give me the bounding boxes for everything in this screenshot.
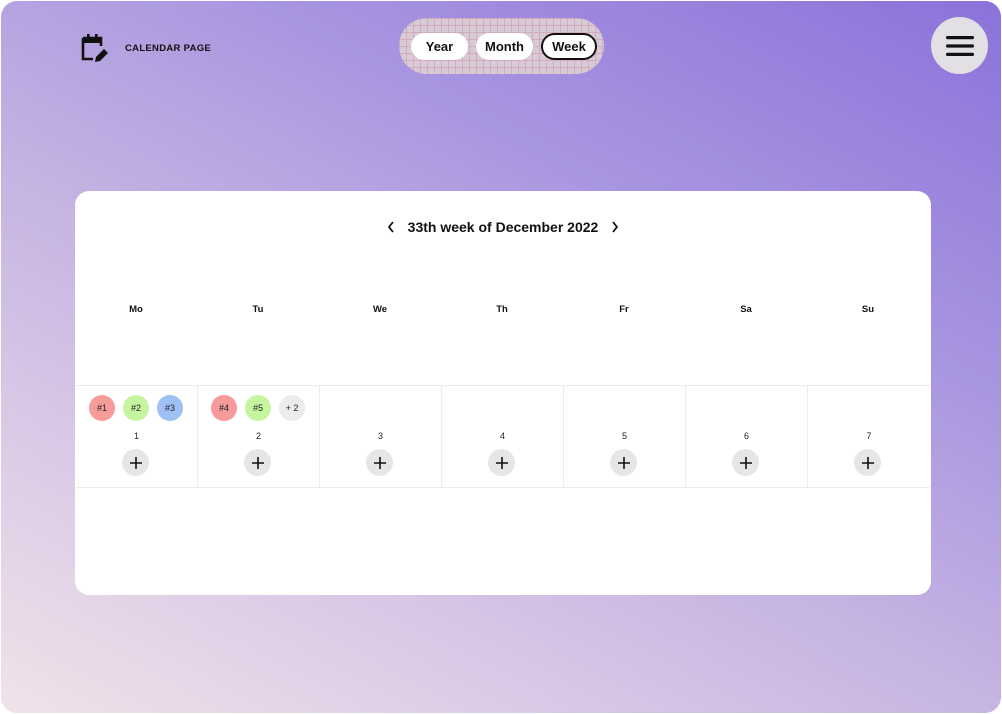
view-year-button[interactable]: Year (411, 32, 468, 60)
day-cell[interactable]: 6 (686, 386, 808, 487)
plus-icon (739, 456, 752, 469)
more-events-badge[interactable]: + 2 (279, 395, 305, 421)
add-event-button[interactable] (732, 449, 759, 476)
plus-icon (861, 456, 874, 469)
view-week-button[interactable]: Week (541, 32, 597, 60)
chevron-right-icon (612, 221, 619, 233)
day-cell[interactable]: #1 #2 #3 1 (76, 386, 198, 487)
calendar-card: 33th week of December 2022 Mo Tu We Th F… (75, 191, 931, 595)
logo[interactable]: CALENDAR PAGE (79, 32, 211, 64)
day-cell[interactable]: 5 (564, 386, 686, 487)
day-number: 2 (255, 431, 261, 441)
day-cell[interactable]: #4 #5 + 2 2 (198, 386, 320, 487)
weekday-label: Tu (252, 304, 264, 315)
plus-icon (373, 456, 386, 469)
app-frame: CALENDAR PAGE Year Month Week 33th week … (1, 1, 1001, 713)
day-number: 1 (133, 431, 139, 441)
day-cell[interactable]: 3 (320, 386, 442, 487)
week-navigation: 33th week of December 2022 (75, 216, 931, 238)
weekday-label: Fr (619, 304, 629, 315)
day-cell[interactable]: 4 (442, 386, 564, 487)
day-number: 6 (743, 431, 749, 441)
next-week-button[interactable] (604, 216, 626, 238)
event-badge[interactable]: #4 (211, 395, 237, 421)
plus-icon (251, 456, 264, 469)
weekday-label: Su (861, 304, 875, 315)
hamburger-menu-icon (945, 35, 974, 56)
week-title: 33th week of December 2022 (407, 219, 599, 235)
weekday-header: Mo Tu We Th Fr Sa Su (75, 304, 931, 315)
weekday-label: We (372, 304, 388, 315)
weekday-label: Mo (129, 304, 143, 315)
view-month-button[interactable]: Month (476, 32, 533, 60)
event-list: #4 #5 + 2 (211, 395, 305, 421)
plus-icon (129, 456, 142, 469)
add-event-button[interactable] (854, 449, 881, 476)
event-badge[interactable]: #1 (89, 395, 115, 421)
add-event-button[interactable] (122, 449, 149, 476)
event-badge[interactable]: #5 (245, 395, 271, 421)
add-event-button[interactable] (610, 449, 637, 476)
view-switcher: Year Month Week (399, 18, 604, 74)
event-badge[interactable]: #2 (123, 395, 149, 421)
day-number: 4 (499, 431, 505, 441)
day-number: 7 (866, 431, 872, 441)
chevron-left-icon (387, 221, 394, 233)
weekday-label: Th (496, 304, 508, 315)
menu-button[interactable] (931, 17, 988, 74)
calendar-edit-icon (81, 34, 108, 62)
add-event-button[interactable] (366, 449, 393, 476)
plus-icon (495, 456, 508, 469)
weekday-label: Sa (740, 304, 752, 315)
prev-week-button[interactable] (380, 216, 402, 238)
day-number: 5 (621, 431, 627, 441)
event-list: #1 #2 #3 (89, 395, 183, 421)
event-badge[interactable]: #3 (157, 395, 183, 421)
plus-icon (617, 456, 630, 469)
add-event-button[interactable] (244, 449, 271, 476)
add-event-button[interactable] (488, 449, 515, 476)
day-number: 3 (377, 431, 383, 441)
week-grid: #1 #2 #3 1 #4 #5 + 2 2 3 4 5 6 7 (76, 385, 930, 488)
day-cell[interactable]: 7 (808, 386, 930, 487)
logo-text: CALENDAR PAGE (125, 42, 212, 54)
